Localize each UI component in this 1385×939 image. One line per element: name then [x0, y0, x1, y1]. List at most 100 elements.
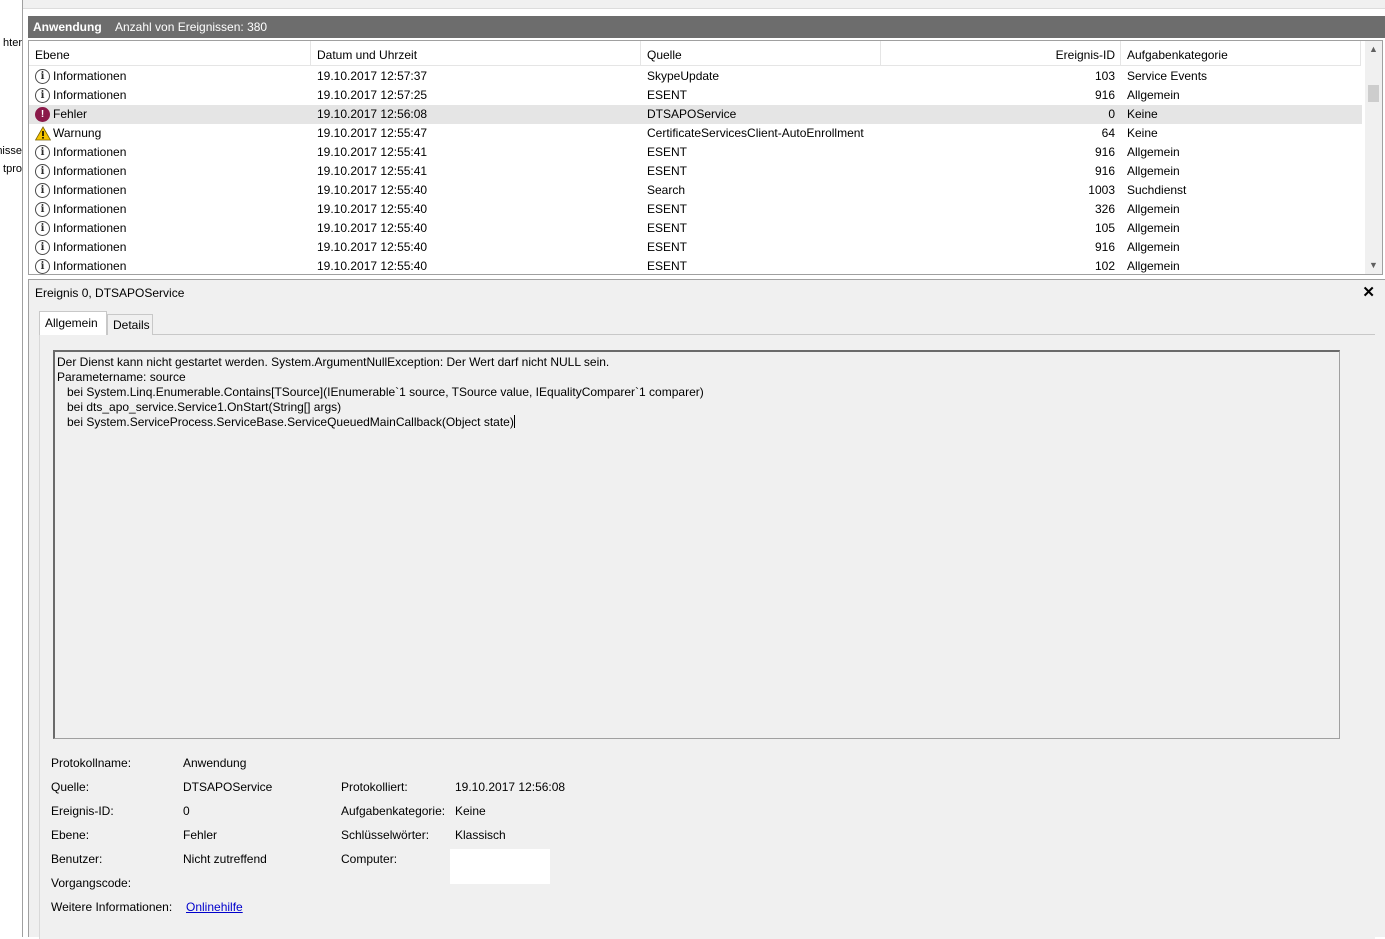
detail-title: Ereignis 0, DTSAPOService — [35, 286, 185, 300]
event-row[interactable]: i Informationen 19.10.2017 12:55:41 ESENT 91… — [29, 162, 1362, 181]
cell-source: CertificateServicesClient-AutoEnrollment — [647, 126, 864, 140]
error-icon: ! — [35, 107, 50, 122]
cell-datetime: 19.10.2017 12:57:37 — [317, 69, 428, 83]
cell-event-id: 326 — [1094, 202, 1115, 216]
info-icon: i — [35, 145, 50, 160]
event-row[interactable]: ! Fehler 19.10.2017 12:56:08 DTSAPOService 0… — [29, 105, 1362, 124]
cell-event-id: 102 — [1094, 259, 1115, 273]
column-header-event-id[interactable]: Ereignis-ID — [881, 41, 1121, 65]
event-list-scrollbar[interactable]: ▲ ▼ — [1365, 41, 1382, 274]
event-row[interactable]: Warnung 19.10.2017 12:55:47 CertificateSer… — [29, 124, 1362, 143]
column-header-datetime[interactable]: Datum und Uhrzeit — [311, 41, 641, 65]
value-level: Fehler — [183, 828, 218, 842]
cell-category: Allgemein — [1127, 240, 1180, 254]
label-user: Benutzer: — [51, 852, 103, 866]
event-list-header: Ebene Datum und Uhrzeit Quelle Ereignis-… — [29, 41, 1361, 66]
value-user: Nicht zutreffend — [183, 852, 267, 866]
event-row[interactable]: i Informationen 19.10.2017 12:55:40 ESENT 91… — [29, 238, 1362, 257]
cell-level: i Informationen — [35, 257, 305, 274]
value-source: DTSAPOService — [183, 780, 273, 794]
event-row[interactable]: i Informationen 19.10.2017 12:55:40 Search 1… — [29, 181, 1362, 200]
level-text: Informationen — [53, 183, 127, 197]
info-icon: i — [35, 88, 50, 103]
cell-event-id: 103 — [1094, 69, 1115, 83]
scroll-up-icon[interactable]: ▲ — [1365, 41, 1382, 58]
cell-level: i Informationen — [35, 67, 305, 86]
cell-event-id: 105 — [1094, 221, 1115, 235]
cell-datetime: 19.10.2017 12:55:41 — [317, 145, 428, 159]
label-source: Quelle: — [51, 780, 90, 794]
message-line: Parametername: source — [57, 370, 186, 384]
column-header-level[interactable]: Ebene — [29, 41, 311, 65]
cell-category: Keine — [1127, 126, 1158, 140]
cell-event-id: 916 — [1094, 145, 1115, 159]
info-icon: i — [35, 164, 50, 179]
log-name: Anwendung — [33, 20, 102, 34]
message-line: bei dts_apo_service.Service1.OnStart(Str… — [57, 400, 342, 414]
column-header-category[interactable]: Aufgabenkategorie — [1121, 41, 1361, 65]
cell-category: Keine — [1127, 107, 1158, 121]
info-icon: i — [35, 202, 50, 217]
tab-details[interactable]: Details — [107, 314, 153, 335]
info-icon: i — [35, 259, 50, 274]
cell-source: SkypeUpdate — [647, 69, 720, 83]
level-text: Informationen — [53, 164, 127, 178]
message-line: bei System.ServiceProcess.ServiceBase.Se… — [57, 415, 515, 429]
text-caret — [513, 415, 515, 428]
cell-category: Allgemein — [1127, 221, 1180, 235]
cell-category: Allgemein — [1127, 88, 1180, 102]
close-icon[interactable]: ✕ — [1362, 283, 1375, 301]
cell-source: Search — [647, 183, 686, 197]
column-header-source[interactable]: Quelle — [641, 41, 881, 65]
cell-category: Allgemein — [1127, 164, 1180, 178]
cell-level: i Informationen — [35, 219, 305, 238]
value-computer-redacted — [450, 849, 550, 884]
event-count: Anzahl von Ereignissen: 380 — [115, 20, 268, 34]
cell-level: i Informationen — [35, 143, 305, 162]
level-text: Informationen — [53, 145, 127, 159]
cell-source: ESENT — [647, 145, 688, 159]
event-row[interactable]: i Informationen 19.10.2017 12:55:40 ESENT 10… — [29, 257, 1362, 274]
value-logged: 19.10.2017 12:56:08 — [455, 780, 566, 794]
level-text: Informationen — [53, 202, 127, 216]
top-strip — [0, 0, 1385, 9]
value-task-category: Keine — [455, 804, 486, 818]
value-event-id: 0 — [183, 804, 190, 818]
cell-event-id: 1003 — [1088, 183, 1115, 197]
cell-event-id: 0 — [1108, 107, 1115, 121]
label-keywords: Schlüsselwörter: — [341, 828, 430, 842]
cell-source: ESENT — [647, 202, 688, 216]
cell-datetime: 19.10.2017 12:55:41 — [317, 164, 428, 178]
online-help-link[interactable]: Onlinehilfe — [186, 900, 243, 914]
cell-source: ESENT — [647, 221, 688, 235]
level-text: Informationen — [53, 88, 127, 102]
event-row[interactable]: i Informationen 19.10.2017 12:57:37 SkypeUp… — [29, 67, 1362, 86]
event-row[interactable]: i Informationen 19.10.2017 12:55:40 ESENT 32… — [29, 200, 1362, 219]
tab-general[interactable]: Allgemein — [39, 311, 107, 335]
cell-source: ESENT — [647, 240, 688, 254]
event-row[interactable]: i Informationen 19.10.2017 12:55:40 ESENT 10… — [29, 219, 1362, 238]
cell-datetime: 19.10.2017 12:55:40 — [317, 240, 428, 254]
cell-event-id: 916 — [1094, 240, 1115, 254]
left-navigation-pane[interactable]: hter nisse tpro — [0, 0, 23, 937]
scroll-down-icon[interactable]: ▼ — [1365, 257, 1382, 274]
cell-source: ESENT — [647, 259, 688, 273]
event-list[interactable]: Ebene Datum und Uhrzeit Quelle Ereignis-… — [28, 40, 1383, 275]
cell-event-id: 916 — [1094, 88, 1115, 102]
scroll-thumb[interactable] — [1368, 85, 1379, 102]
event-row[interactable]: i Informationen 19.10.2017 12:55:41 ESENT 91… — [29, 143, 1362, 162]
level-text: Warnung — [53, 126, 102, 140]
cell-level: Warnung — [35, 124, 305, 143]
level-text: Informationen — [53, 259, 127, 273]
info-icon: i — [35, 221, 50, 236]
event-row[interactable]: i Informationen 19.10.2017 12:57:25 ESENT 91… — [29, 86, 1362, 105]
event-rows: i Informationen 19.10.2017 12:57:37 SkypeUp… — [29, 67, 1362, 274]
info-icon: i — [35, 240, 50, 255]
label-task-category: Aufgabenkategorie: — [341, 804, 446, 818]
cell-level: i Informationen — [35, 200, 305, 219]
cell-datetime: 19.10.2017 12:55:47 — [317, 126, 428, 140]
event-message-textbox[interactable]: Der Dienst kann nicht gestartet werden. … — [53, 350, 1340, 739]
info-icon: i — [35, 69, 50, 84]
cell-datetime: 19.10.2017 12:56:08 — [317, 107, 428, 121]
message-line: bei System.Linq.Enumerable.Contains[TSou… — [57, 385, 704, 399]
